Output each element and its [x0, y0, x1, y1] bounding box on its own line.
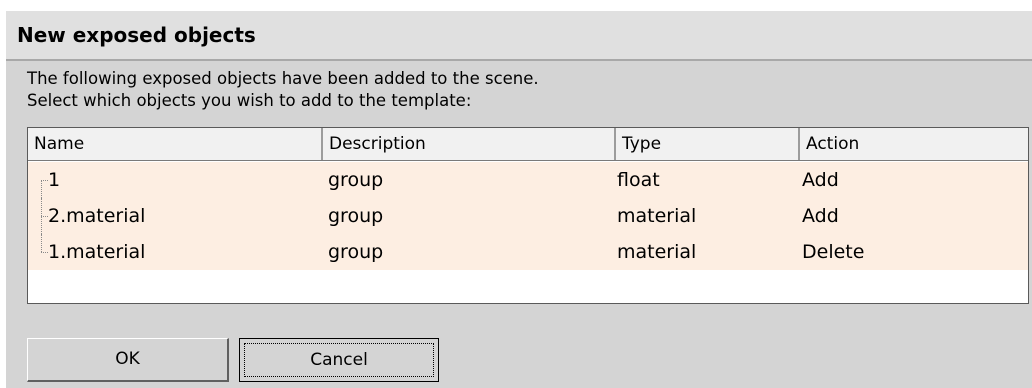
table-row[interactable]: 1 group float Add	[28, 162, 1028, 198]
tree-connector-icon	[39, 234, 48, 270]
column-header-action[interactable]: Action	[800, 128, 1028, 160]
table-row[interactable]: 1.material group material Delete	[28, 234, 1028, 270]
dialog-titlebar: New exposed objects	[6, 11, 1032, 61]
row-description: group	[328, 169, 384, 191]
row-type: material	[617, 241, 697, 263]
row-action[interactable]: Delete	[800, 241, 1028, 263]
list-header: Name Description Type Action	[28, 128, 1028, 161]
row-name: 1	[48, 169, 61, 191]
row-type: float	[617, 169, 660, 191]
column-header-name[interactable]: Name	[28, 128, 323, 160]
list-rows: 1 group float Add 2.material group mater…	[28, 162, 1028, 270]
intro-text: The following exposed objects have been …	[27, 68, 539, 112]
dialog-body: The following exposed objects have been …	[6, 61, 1032, 388]
exposed-objects-list[interactable]: Name Description Type Action 1 group flo…	[27, 127, 1029, 304]
column-header-description[interactable]: Description	[323, 128, 616, 160]
row-action[interactable]: Add	[800, 205, 1028, 227]
dialog-title: New exposed objects	[17, 23, 256, 47]
row-name: 1.material	[48, 241, 146, 263]
row-description: group	[328, 205, 384, 227]
tree-connector-icon	[39, 162, 48, 198]
intro-line-2: Select which objects you wish to add to …	[27, 91, 472, 110]
column-header-type[interactable]: Type	[616, 128, 800, 160]
table-row[interactable]: 2.material group material Add	[28, 198, 1028, 234]
row-type: material	[617, 205, 697, 227]
ok-button[interactable]: OK	[27, 338, 229, 382]
row-action[interactable]: Add	[800, 169, 1028, 191]
cancel-button[interactable]: Cancel	[239, 338, 439, 382]
row-name: 2.material	[48, 205, 146, 227]
intro-line-1: The following exposed objects have been …	[27, 69, 539, 88]
row-description: group	[328, 241, 384, 263]
cancel-button-label: Cancel	[244, 343, 434, 377]
tree-connector-icon	[39, 198, 48, 234]
new-exposed-objects-dialog: New exposed objects The following expose…	[5, 10, 1032, 388]
